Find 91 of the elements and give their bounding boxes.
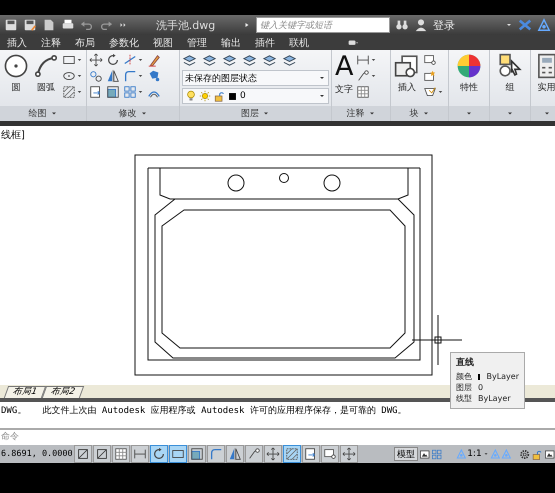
command-prompt[interactable]: 命令 [1, 432, 19, 442]
ucs-toggle[interactable] [226, 445, 244, 463]
tracking-toggle[interactable] [206, 445, 225, 463]
selection-cycling-toggle[interactable] [320, 445, 339, 463]
window-title: 洗手池.dwg [154, 18, 216, 32]
menu-tab[interactable]: 注释 [41, 36, 61, 50]
circle-icon [3, 53, 29, 79]
sign-in-link[interactable]: 登录 [433, 18, 455, 32]
sun-icon [199, 90, 211, 102]
rectangle-icon[interactable] [62, 53, 76, 67]
quick-properties-toggle[interactable] [302, 445, 320, 463]
group-icon [497, 53, 523, 79]
dropdown-caret-icon[interactable] [505, 21, 513, 29]
move-icon[interactable] [89, 53, 103, 67]
expand-arrow-icon[interactable] [243, 20, 251, 30]
rotate-icon[interactable] [106, 53, 120, 67]
layer-tool-icon[interactable] [242, 53, 257, 68]
menu-tab[interactable]: 视图 [153, 36, 173, 50]
layer-tool-icon[interactable] [182, 53, 197, 68]
save-icon[interactable] [4, 18, 18, 32]
ellipse-icon[interactable] [62, 69, 76, 83]
infer-constraints-toggle[interactable] [74, 445, 92, 463]
layer-color-icon [227, 90, 238, 102]
leader-icon[interactable] [356, 69, 370, 83]
annotation-monitor-toggle[interactable] [340, 445, 358, 463]
menu-tab[interactable]: 参数化 [109, 36, 139, 50]
layout-tab[interactable]: 布局1 [4, 386, 46, 398]
property-label: 线型 [456, 393, 472, 404]
ortho-toggle[interactable] [130, 445, 149, 463]
array-icon[interactable] [123, 85, 137, 99]
copy-icon[interactable] [89, 69, 103, 83]
layer-tool-icon[interactable] [262, 53, 277, 68]
panel-title[interactable]: 图层 [241, 107, 259, 120]
user-icon[interactable] [414, 18, 428, 32]
insert-block-icon [394, 53, 420, 79]
polar-toggle[interactable] [150, 445, 168, 463]
panel-title[interactable]: 块 [410, 107, 418, 120]
text-glyph: A [335, 53, 354, 81]
object-snap-toggle[interactable] [168, 445, 187, 463]
menu-tab[interactable]: 联机 [289, 36, 309, 50]
menu-tab[interactable]: 输出 [221, 36, 241, 50]
trim-icon[interactable] [123, 53, 137, 67]
document-icon[interactable] [42, 18, 56, 32]
search-field[interactable]: 键入关键字或短语 [256, 17, 390, 33]
property-label: 颜色 [456, 371, 472, 382]
model-button[interactable]: 模型 [394, 447, 418, 461]
menu-tab[interactable]: 布局 [75, 36, 95, 50]
stretch-icon[interactable] [89, 85, 103, 99]
layer-tool-icon[interactable] [282, 53, 297, 68]
binoculars-icon[interactable] [395, 18, 409, 32]
property-value: 0 [478, 383, 484, 392]
menu-tab[interactable]: 插件 [255, 36, 275, 50]
lock-icon [213, 90, 225, 102]
triangle-logo-icon[interactable] [537, 18, 551, 32]
layer-dropdown[interactable]: 0 [182, 88, 329, 104]
scale-icon[interactable] [106, 85, 120, 99]
viewport-label[interactable]: 线框] [1, 128, 25, 142]
transparency-toggle[interactable] [282, 445, 301, 463]
bulb-icon [185, 90, 197, 102]
arc-icon [33, 53, 59, 79]
menu-tab[interactable]: 管理 [187, 36, 207, 50]
tooltip-title: 直线 [456, 356, 475, 369]
snap-toggle[interactable] [92, 445, 111, 463]
grid-icon [114, 447, 128, 461]
mirror-icon[interactable] [106, 69, 120, 83]
more-icon[interactable] [118, 20, 128, 30]
3d-snap-toggle[interactable] [188, 445, 206, 463]
layer-state-dropdown[interactable]: 未保存的图层状态 [182, 70, 329, 86]
panel-title[interactable]: 修改 [118, 107, 136, 120]
circle-button[interactable]: 圆 [2, 53, 30, 94]
coordinates-readout: 6.8691, 0.0000 [0, 449, 73, 459]
color-wheel-icon [456, 53, 482, 79]
hatch-icon[interactable] [62, 85, 76, 99]
layout-tab[interactable]: 布局2 [42, 386, 84, 398]
panel-title[interactable]: 绘图 [28, 107, 46, 120]
fillet-icon[interactable] [123, 69, 137, 83]
layer-tool-icon[interactable] [222, 53, 237, 68]
grid-toggle[interactable] [112, 445, 130, 463]
lineweight-toggle[interactable] [264, 445, 282, 463]
command-history-text: DWG。 此文件上次由 Autodesk 应用程序或 Autodesk 许可的应用程序保存，是可靠的 DWG。 [1, 406, 407, 416]
property-label: 图层 [456, 382, 472, 393]
property-value: ByLayer [486, 372, 519, 381]
arc-button[interactable]: 圆弧 [32, 53, 60, 94]
dimension-icon[interactable] [356, 53, 370, 67]
dynamic-input-toggle[interactable] [244, 445, 263, 463]
annotation-scale[interactable]: 1:1 [467, 449, 482, 459]
table-icon[interactable] [356, 85, 370, 99]
menu-tab[interactable]: 插入 [7, 36, 27, 50]
layer-tool-icon[interactable] [202, 53, 217, 68]
property-value: ByLayer [478, 394, 511, 403]
save-as-icon[interactable] [23, 18, 37, 32]
